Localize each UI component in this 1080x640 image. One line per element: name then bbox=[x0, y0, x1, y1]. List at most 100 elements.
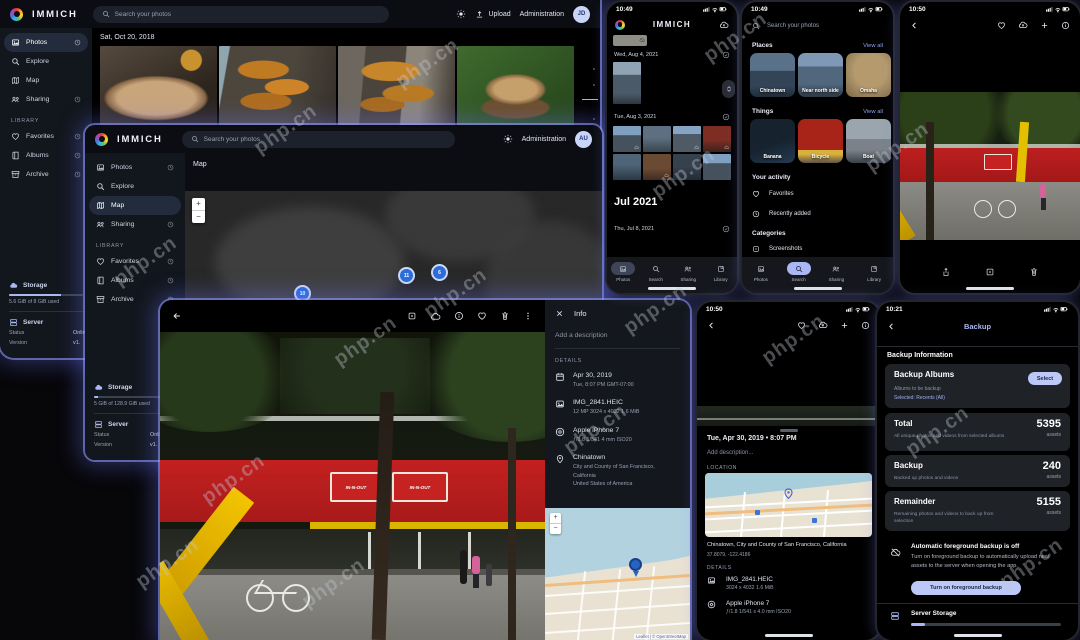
back-icon[interactable] bbox=[887, 322, 896, 331]
photo-thumbnail[interactable] bbox=[673, 154, 701, 180]
nav-library[interactable]: Library bbox=[705, 262, 738, 293]
place-card[interactable]: Omaha bbox=[846, 53, 891, 97]
theme-toggle-icon[interactable] bbox=[503, 134, 513, 144]
archive-icon[interactable] bbox=[985, 267, 995, 277]
search-input[interactable]: Search your photos bbox=[93, 6, 389, 23]
info-icon[interactable] bbox=[454, 311, 464, 321]
add-to-album-icon[interactable] bbox=[840, 321, 849, 330]
administration-link[interactable]: Administration bbox=[520, 11, 564, 18]
sidebar-item-map[interactable]: Map bbox=[89, 196, 181, 215]
photo-thumbnail[interactable] bbox=[613, 154, 641, 180]
things-view-all-link[interactable]: View all bbox=[863, 109, 883, 115]
close-icon[interactable] bbox=[555, 309, 564, 318]
back-icon[interactable] bbox=[707, 321, 716, 330]
favorites-row[interactable]: Favorites bbox=[752, 190, 883, 198]
info-icon[interactable] bbox=[1061, 21, 1070, 30]
timeline-scrubber[interactable] bbox=[722, 80, 735, 98]
favorite-heart-icon[interactable] bbox=[797, 321, 806, 330]
favorite-heart-icon[interactable] bbox=[477, 311, 487, 321]
turn-on-foreground-backup-button[interactable]: Turn on foreground backup bbox=[911, 581, 1021, 595]
upload-cloud-icon[interactable] bbox=[818, 320, 828, 330]
add-to-album-icon[interactable] bbox=[1040, 21, 1049, 30]
administration-link[interactable]: Administration bbox=[522, 136, 566, 143]
photo-strip[interactable] bbox=[697, 406, 880, 426]
photo-thumbnail[interactable] bbox=[703, 154, 731, 180]
photo-thumbnail[interactable] bbox=[643, 126, 671, 152]
upload-button[interactable]: Upload bbox=[475, 10, 510, 19]
description-input[interactable]: Add a description bbox=[555, 326, 680, 349]
immich-logo-icon[interactable] bbox=[10, 8, 23, 21]
delete-icon[interactable] bbox=[1029, 267, 1039, 277]
nav-library[interactable]: Library bbox=[855, 262, 893, 293]
theme-toggle-icon[interactable] bbox=[456, 9, 466, 19]
thing-card[interactable]: Bicycle bbox=[798, 119, 843, 163]
zoom-out-button[interactable]: − bbox=[192, 211, 205, 223]
sidebar-item-sharing[interactable]: Sharing bbox=[4, 90, 88, 109]
photo-image[interactable] bbox=[900, 92, 1080, 240]
sidebar-item-explore[interactable]: Explore bbox=[4, 52, 88, 71]
photo-thumbnail[interactable] bbox=[457, 46, 574, 125]
screenshots-row[interactable]: Screenshots bbox=[752, 245, 883, 253]
more-options-icon[interactable] bbox=[523, 311, 533, 321]
motion-photo-icon[interactable] bbox=[407, 311, 417, 321]
photo-thumbnail[interactable] bbox=[643, 154, 671, 180]
photo-viewer-image[interactable]: IN-N-OUT IN-N-OUT bbox=[160, 332, 545, 640]
sidebar-item-photos[interactable]: Photos bbox=[4, 33, 88, 52]
favorite-heart-icon[interactable] bbox=[997, 21, 1006, 30]
sidebar-item-sharing[interactable]: Sharing bbox=[89, 215, 181, 234]
loading-thumbnail[interactable] bbox=[613, 35, 647, 46]
sidebar-item-favorites[interactable]: Favorites bbox=[89, 252, 181, 271]
sidebar-item-explore[interactable]: Explore bbox=[89, 177, 181, 196]
thing-card[interactable]: Boat bbox=[846, 119, 891, 163]
share-icon[interactable] bbox=[941, 267, 951, 277]
photo-thumbnail[interactable] bbox=[338, 46, 455, 125]
upload-cloud-icon[interactable] bbox=[1018, 20, 1028, 30]
thing-card[interactable]: Banana bbox=[750, 119, 795, 163]
user-avatar[interactable]: JD bbox=[573, 6, 590, 23]
select-albums-button[interactable]: Select bbox=[1028, 372, 1062, 385]
recently-added-row[interactable]: Recently added bbox=[752, 210, 883, 218]
back-icon[interactable] bbox=[910, 21, 919, 30]
zoom-in-button[interactable]: + bbox=[550, 513, 561, 524]
sidebar-item-albums[interactable]: Albums bbox=[4, 146, 88, 165]
place-card[interactable]: Near north side bbox=[798, 53, 843, 97]
search-input[interactable]: Search your photos bbox=[742, 16, 893, 36]
select-all-icon[interactable] bbox=[722, 225, 730, 233]
back-icon[interactable] bbox=[172, 311, 182, 321]
sidebar-item-map[interactable]: Map bbox=[4, 71, 88, 90]
immich-logo-icon[interactable] bbox=[95, 133, 108, 146]
map-cluster-marker[interactable]: 6 bbox=[431, 264, 448, 281]
sidebar-item-favorites[interactable]: Favorites bbox=[4, 127, 88, 146]
photo-thumbnail[interactable] bbox=[100, 46, 217, 125]
user-avatar[interactable]: AU bbox=[575, 131, 592, 148]
zoom-out-button[interactable]: − bbox=[550, 524, 561, 534]
info-icon[interactable] bbox=[861, 321, 870, 330]
search-input[interactable]: Search your photos bbox=[182, 131, 455, 148]
sheet-drag-handle[interactable] bbox=[780, 429, 798, 432]
sidebar-item-archive[interactable]: Archive bbox=[4, 165, 88, 184]
zoom-in-button[interactable]: + bbox=[192, 198, 205, 211]
photo-thumbnail[interactable] bbox=[613, 126, 641, 152]
select-all-icon[interactable] bbox=[722, 51, 730, 59]
places-view-all-link[interactable]: View all bbox=[863, 43, 883, 49]
detail-location-row[interactable]: Chinatown City and County of San Francis… bbox=[555, 454, 680, 488]
place-card[interactable]: Chinatown bbox=[750, 53, 795, 97]
description-input[interactable]: Add description... bbox=[707, 450, 753, 456]
map-cluster-marker[interactable]: 11 bbox=[398, 267, 415, 284]
select-all-icon[interactable] bbox=[722, 113, 730, 121]
photos-icon bbox=[96, 163, 105, 172]
nav-photos[interactable]: Photos bbox=[742, 262, 780, 293]
photo-thumbnail[interactable] bbox=[703, 126, 731, 152]
location-map[interactable]: + − Leaflet | © OpenStreetMap bbox=[545, 508, 690, 640]
location-map[interactable] bbox=[705, 473, 872, 537]
sidebar-item-albums[interactable]: Albums bbox=[89, 271, 181, 290]
photo-thumbnail[interactable] bbox=[613, 62, 641, 104]
download-cloud-icon[interactable] bbox=[430, 311, 441, 322]
map-attribution[interactable]: Leaflet | © OpenStreetMap bbox=[634, 634, 688, 639]
nav-photos[interactable]: Photos bbox=[607, 262, 640, 293]
photo-thumbnail[interactable] bbox=[219, 46, 336, 125]
backup-cloud-icon[interactable] bbox=[719, 20, 729, 30]
sidebar-item-photos[interactable]: Photos bbox=[89, 158, 181, 177]
delete-icon[interactable] bbox=[500, 311, 510, 321]
photo-thumbnail[interactable] bbox=[673, 126, 701, 152]
